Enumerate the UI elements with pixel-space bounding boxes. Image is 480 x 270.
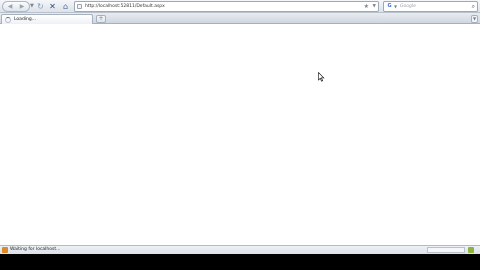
loading-spinner-icon [5, 17, 11, 23]
tab-strip: Loading... + ▼ [0, 13, 480, 24]
status-bar: Waiting for localhost... [0, 245, 480, 254]
stop-icon[interactable]: ✕ [47, 1, 58, 12]
back-forward-group: ◀ ▶ [2, 1, 30, 12]
address-bar[interactable]: http://localhost:52811/Default.aspx ★ ▼ [74, 1, 379, 12]
forward-arrow-icon[interactable]: ▶ [16, 2, 28, 11]
search-input[interactable]: Google [400, 2, 416, 11]
addon-icon [2, 247, 8, 253]
mouse-cursor-icon [318, 72, 325, 82]
taskbar [0, 254, 480, 270]
browser-window: ◀ ▶ ▼ ↻ ✕ ⌂ http://localhost:52811/Defau… [0, 0, 480, 254]
reload-icon[interactable]: ↻ [35, 1, 46, 12]
chevron-down-icon[interactable]: ▼ [30, 3, 34, 9]
tab-loading[interactable]: Loading... [1, 14, 93, 24]
tab-label: Loading... [14, 17, 37, 22]
back-arrow-icon[interactable]: ◀ [4, 2, 16, 11]
google-icon[interactable]: G [386, 3, 393, 10]
home-icon[interactable]: ⌂ [60, 1, 71, 12]
star-icon[interactable]: ★ [364, 2, 369, 11]
page-favicon-icon [77, 4, 82, 9]
url-dropdown-icon[interactable]: ▼ [373, 2, 376, 11]
search-bar[interactable]: G ▼ Google ⌕ [383, 1, 478, 12]
magnifier-icon[interactable]: ⌕ [472, 2, 475, 11]
url-text[interactable]: http://localhost:52811/Default.aspx [85, 2, 165, 11]
status-panel [427, 247, 465, 253]
new-tab-button[interactable]: + [96, 15, 106, 23]
search-engine-dropdown-icon[interactable]: ▼ [394, 2, 397, 11]
status-text: Waiting for localhost... [10, 247, 61, 252]
page-content [0, 24, 480, 245]
tab-list-button[interactable]: ▼ [471, 15, 478, 23]
extension-icon[interactable] [468, 247, 474, 253]
navigation-toolbar: ◀ ▶ ▼ ↻ ✕ ⌂ http://localhost:52811/Defau… [0, 0, 480, 13]
